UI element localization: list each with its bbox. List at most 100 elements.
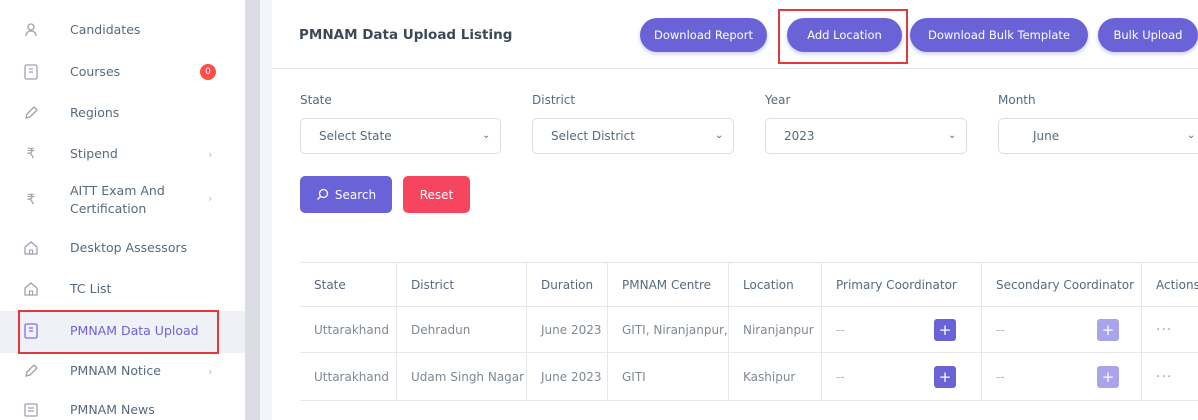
add-secondary-coordinator-button[interactable]: + [1097, 366, 1119, 388]
sidebar-item-label: TC List [70, 281, 112, 296]
sidebar-item-label: Desktop Assessors [70, 240, 188, 255]
more-actions-icon[interactable]: ··· [1156, 322, 1172, 338]
bulk-upload-button[interactable]: Bulk Upload [1098, 18, 1198, 52]
add-primary-coordinator-button[interactable]: + [934, 366, 956, 388]
column-header: PMNAM Centre [608, 263, 729, 306]
courses-icon [22, 63, 40, 81]
add-secondary-coordinator-button[interactable]: + [1097, 319, 1119, 341]
chevron-down-icon: ⌄ [1187, 130, 1196, 141]
state-select[interactable]: Select State ⌄ [300, 118, 501, 154]
table-row: Uttarakhand Udam Singh Nagar June 2023 G… [300, 352, 1198, 400]
rupee-icon: ₹ [26, 192, 36, 208]
column-header: State [300, 263, 397, 306]
chevron-right-icon: › [208, 364, 213, 378]
cell-centre: GITI [608, 353, 729, 400]
sidebar-item-pmnam-news[interactable]: PMNAM News [0, 400, 245, 420]
search-button-label: Search [334, 187, 377, 202]
news-icon [22, 401, 40, 419]
sidebar-item-label-line2: Certification [70, 201, 147, 216]
sidebar-item-label: PMNAM Notice [70, 363, 161, 378]
reset-button[interactable]: Reset [403, 176, 470, 213]
candidates-icon [22, 21, 40, 39]
courses-count-badge: 0 [200, 64, 216, 80]
chevron-down-icon: ⌄ [482, 130, 491, 141]
cell-primary-coordinator: -- + [822, 353, 982, 400]
month-select-value: June [1033, 129, 1060, 143]
cell-district: Udam Singh Nagar [397, 353, 527, 400]
chevron-down-icon: ⌄ [948, 130, 957, 141]
cell-actions: ··· [1142, 353, 1198, 400]
search-icon [316, 188, 329, 201]
sidebar-item-label: PMNAM News [70, 402, 155, 417]
download-report-button[interactable]: Download Report [640, 18, 767, 52]
app-root: Candidates Courses 0 Regions ₹ Stipend ›… [0, 0, 1198, 420]
cell-primary-coordinator: -- + [822, 307, 982, 352]
table-bottom-border [300, 400, 1198, 401]
sidebar-item-stipend[interactable]: ₹ Stipend › [0, 144, 245, 164]
column-header: District [397, 263, 527, 306]
month-select[interactable]: June ⌄ [998, 118, 1198, 154]
state-label: State [300, 93, 332, 107]
cell-secondary-coordinator: -- + [982, 353, 1142, 400]
cell-location: Niranjanpur [729, 307, 822, 352]
chevron-right-icon: › [208, 192, 213, 205]
state-select-value: Select State [319, 129, 392, 143]
cell-duration: June 2023 [527, 353, 608, 400]
sidebar-item-tc-list[interactable]: TC List [0, 279, 245, 299]
chevron-down-icon: ⌄ [715, 130, 724, 141]
main-card: PMNAM Data Upload Listing Download Repor… [272, 0, 1198, 420]
sidebar-item-label: Stipend [70, 146, 118, 161]
highlight-box [778, 9, 908, 64]
cell-state: Uttarakhand [300, 353, 397, 400]
column-header: Secondary Coordinator [982, 263, 1142, 306]
month-label: Month [998, 93, 1036, 107]
sidebar-item-courses[interactable]: Courses 0 [0, 62, 245, 82]
rupee-icon: ₹ [26, 146, 36, 162]
district-select-value: Select District [551, 129, 635, 143]
cell-centre: GITI, Niranjanpur, [608, 307, 729, 352]
cell-location: Kashipur [729, 353, 822, 400]
home-icon [22, 239, 40, 257]
sidebar-item-aitt-exam[interactable]: ₹ AITT Exam And Certification › [0, 181, 245, 219]
sidebar-scrollbar[interactable] [245, 0, 260, 420]
column-header: Primary Coordinator [822, 263, 982, 306]
sidebar-item-pmnam-notice[interactable]: PMNAM Notice › [0, 361, 245, 381]
search-button[interactable]: Search [300, 176, 392, 213]
cell-district: Dehradun [397, 307, 527, 352]
pencil-icon [22, 362, 40, 380]
table-header-row: State District Duration PMNAM Centre Loc… [300, 262, 1198, 306]
column-header: Actions [1156, 277, 1198, 292]
add-primary-coordinator-button[interactable]: + [934, 319, 956, 341]
cell-duration: June 2023 [527, 307, 608, 352]
district-select[interactable]: Select District ⌄ [532, 118, 734, 154]
download-bulk-template-button[interactable]: Download Bulk Template [910, 18, 1088, 52]
chevron-right-icon: › [208, 147, 213, 161]
sidebar-item-desktop-assessors[interactable]: Desktop Assessors [0, 238, 245, 258]
highlight-box [18, 310, 219, 354]
cell-actions: ··· [1142, 307, 1198, 352]
year-label: Year [765, 93, 791, 107]
cell-secondary-coordinator: -- + [982, 307, 1142, 352]
sidebar-item-label: AITT Exam And [70, 183, 165, 198]
secondary-coordinator-value: -- [996, 369, 1005, 384]
more-actions-icon[interactable]: ··· [1156, 369, 1172, 385]
header-divider [272, 68, 1198, 69]
sidebar-item-label: Candidates [70, 22, 141, 37]
primary-coordinator-value: -- [836, 322, 845, 337]
table-row: Uttarakhand Dehradun June 2023 GITI, Nir… [300, 306, 1198, 352]
year-select-value: 2023 [784, 129, 815, 143]
sidebar: Candidates Courses 0 Regions ₹ Stipend ›… [0, 0, 245, 420]
sidebar-item-label: Regions [70, 105, 120, 120]
home-icon [22, 280, 40, 298]
cell-state: Uttarakhand [300, 307, 397, 352]
secondary-coordinator-value: -- [996, 322, 1005, 337]
column-header: Location [729, 263, 822, 306]
sidebar-item-regions[interactable]: Regions [0, 103, 245, 123]
year-select[interactable]: 2023 ⌄ [765, 118, 967, 154]
page-title: PMNAM Data Upload Listing [299, 27, 513, 43]
district-label: District [532, 93, 576, 107]
sidebar-item-label: Courses [70, 64, 121, 79]
sidebar-item-candidates[interactable]: Candidates [0, 20, 245, 40]
pencil-icon [22, 104, 40, 122]
primary-coordinator-value: -- [836, 369, 845, 384]
